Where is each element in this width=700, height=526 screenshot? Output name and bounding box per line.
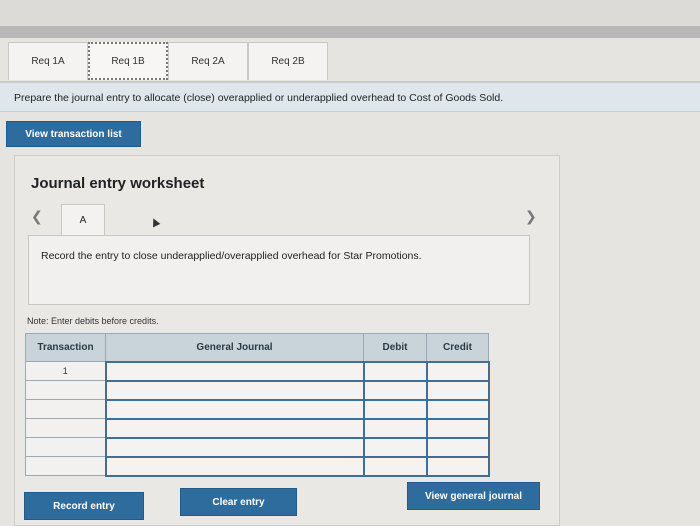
debit-input[interactable] [362, 436, 428, 458]
transaction-cell [25, 456, 106, 476]
transaction-cell [25, 437, 106, 457]
credit-input[interactable] [425, 436, 490, 458]
account-input[interactable] [104, 455, 365, 477]
debit-input[interactable] [362, 455, 428, 477]
view-transaction-list-button[interactable]: View transaction list [6, 121, 141, 147]
tab-req-1b[interactable]: Req 1B [88, 42, 168, 80]
table-row [25, 398, 490, 420]
worksheet-title: Journal entry worksheet [31, 175, 205, 192]
debit-input[interactable] [362, 360, 428, 382]
table-row [25, 417, 490, 439]
record-instruction-box: Record the entry to close underapplied/o… [28, 235, 530, 305]
journal-table: Transaction General Journal Debit Credit… [25, 333, 490, 477]
requirement-tabs: Req 1A Req 1B Req 2A Req 2B [8, 42, 328, 82]
transaction-cell [25, 380, 106, 400]
top-strip [0, 26, 700, 38]
worksheet-tab-a[interactable]: A [61, 204, 105, 236]
tab-req-1a[interactable]: Req 1A [8, 42, 88, 80]
credit-input[interactable] [425, 379, 490, 401]
header-general-journal: General Journal [105, 333, 364, 362]
header-credit: Credit [426, 333, 489, 362]
debit-input[interactable] [362, 398, 428, 420]
account-input[interactable] [104, 360, 365, 382]
account-input[interactable] [104, 436, 365, 458]
mouse-cursor-icon [149, 216, 161, 228]
table-row [25, 436, 490, 458]
record-entry-button[interactable]: Record entry [24, 492, 144, 520]
credit-input[interactable] [425, 360, 490, 382]
table-row: 1 [25, 360, 490, 382]
table-row [25, 455, 490, 477]
instruction-banner: Prepare the journal entry to allocate (c… [0, 82, 700, 112]
browser-top-bar [0, 0, 700, 26]
debit-input[interactable] [362, 417, 428, 439]
tab-req-2a[interactable]: Req 2A [168, 42, 248, 80]
header-transaction: Transaction [25, 333, 106, 362]
account-input[interactable] [104, 379, 365, 401]
transaction-cell: 1 [25, 361, 106, 381]
view-general-journal-button[interactable]: View general journal [407, 482, 540, 510]
credit-input[interactable] [425, 398, 490, 420]
account-input[interactable] [104, 417, 365, 439]
transaction-cell [25, 418, 106, 438]
journal-entry-worksheet: Journal entry worksheet ❮ ❯ A Record the… [14, 155, 560, 526]
debit-input[interactable] [362, 379, 428, 401]
header-debit: Debit [363, 333, 427, 362]
transaction-cell [25, 399, 106, 419]
tab-req-2b[interactable]: Req 2B [248, 42, 328, 80]
chevron-right-icon[interactable]: ❯ [525, 208, 537, 225]
clear-entry-button[interactable]: Clear entry [180, 488, 297, 516]
account-input[interactable] [104, 398, 365, 420]
table-row [25, 379, 490, 401]
debits-note: Note: Enter debits before credits. [27, 316, 159, 326]
chevron-left-icon[interactable]: ❮ [31, 208, 43, 225]
credit-input[interactable] [425, 455, 490, 477]
credit-input[interactable] [425, 417, 490, 439]
